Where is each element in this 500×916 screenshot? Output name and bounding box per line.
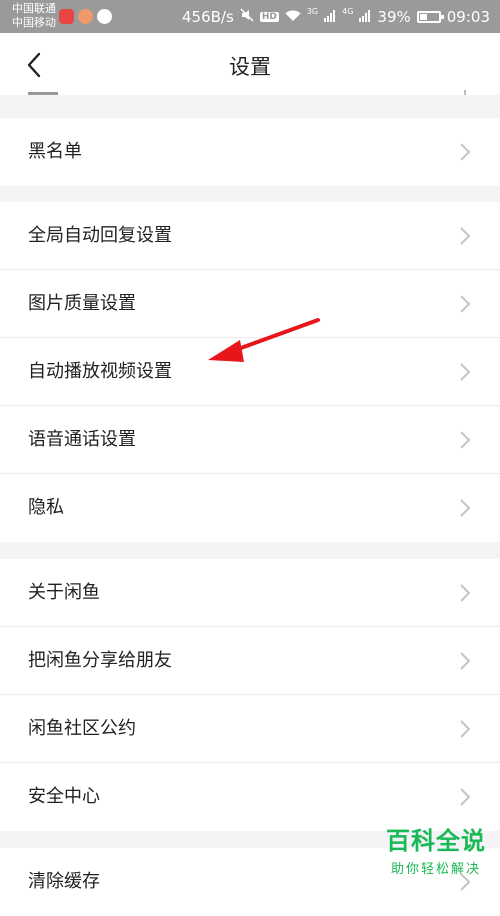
status-right: 456B/s HD 3G 4G 39% 09:03	[182, 0, 490, 33]
settings-row-share[interactable]: 把闲鱼分享给朋友	[0, 627, 500, 695]
carrier-info: 中国联通 中国移动	[12, 2, 56, 30]
row-label: 把闲鱼分享给朋友	[28, 650, 172, 671]
signal-icon-2	[359, 8, 371, 26]
carrier-2: 中国移动	[12, 16, 56, 29]
chat-bubble-icon	[78, 9, 93, 24]
net-4g-label: 4G	[342, 7, 354, 16]
settings-group-2: 全局自动回复设置 图片质量设置 自动播放视频设置 语音通话设置 隐私	[0, 202, 500, 542]
chevron-right-icon	[458, 498, 472, 518]
net-speed: 456B/s	[182, 7, 234, 26]
row-label: 安全中心	[28, 786, 100, 807]
notification-icons	[59, 9, 112, 24]
wifi-icon	[285, 8, 301, 26]
scrolled-chevron-remnant	[456, 90, 466, 95]
settings-row-blacklist[interactable]: 黑名单	[0, 118, 500, 186]
settings-row-community-rules[interactable]: 闲鱼社区公约	[0, 695, 500, 763]
row-label: 图片质量设置	[28, 293, 136, 314]
chevron-right-icon	[458, 226, 472, 246]
status-bar: 中国联通 中国移动 456B/s HD 3G 4G 39% 09:03	[0, 0, 500, 33]
row-label: 语音通话设置	[28, 429, 136, 450]
message-icon	[97, 9, 112, 24]
mute-icon	[240, 7, 254, 26]
battery-icon	[416, 10, 444, 23]
carrier-1: 中国联通	[12, 2, 56, 15]
watermark-main: 百科全说	[386, 827, 486, 855]
chevron-right-icon	[458, 787, 472, 807]
chevron-right-icon	[458, 294, 472, 314]
signal-icon	[324, 8, 336, 26]
watermark: 百科全说 助你轻松解决	[386, 821, 486, 877]
chevron-right-icon	[458, 430, 472, 450]
row-label: 清除缓存	[28, 871, 100, 892]
net-3g-label: 3G	[306, 7, 319, 16]
row-label: 隐私	[28, 497, 64, 518]
chevron-right-icon	[458, 142, 472, 162]
chevron-right-icon	[458, 719, 472, 739]
clock: 09:03	[446, 7, 490, 26]
row-label: 闲鱼社区公约	[28, 718, 136, 739]
settings-row-auto-reply[interactable]: 全局自动回复设置	[0, 202, 500, 270]
nav-header: 设置	[0, 33, 500, 95]
chevron-right-icon	[458, 362, 472, 382]
settings-group-3: 关于闲鱼 把闲鱼分享给朋友 闲鱼社区公约 安全中心	[0, 559, 500, 831]
row-label: 全局自动回复设置	[28, 225, 172, 246]
app-notification-icon	[59, 9, 74, 24]
chevron-right-icon	[458, 651, 472, 671]
settings-group-1: 黑名单	[0, 118, 500, 186]
hd-badge: HD	[259, 11, 279, 22]
row-label: 黑名单	[28, 141, 82, 162]
chevron-right-icon	[458, 583, 472, 603]
row-label: 自动播放视频设置	[28, 361, 172, 382]
settings-row-about[interactable]: 关于闲鱼	[0, 559, 500, 627]
row-label: 关于闲鱼	[28, 582, 100, 603]
battery-percent: 39%	[377, 7, 411, 26]
red-arrow-annotation	[208, 318, 320, 362]
settings-row-privacy[interactable]: 隐私	[0, 474, 500, 542]
watermark-sub: 助你轻松解决	[390, 862, 481, 877]
settings-row-voice-call[interactable]: 语音通话设置	[0, 406, 500, 474]
scrolled-item-remnant	[28, 89, 68, 95]
page-title: 设置	[229, 55, 271, 79]
